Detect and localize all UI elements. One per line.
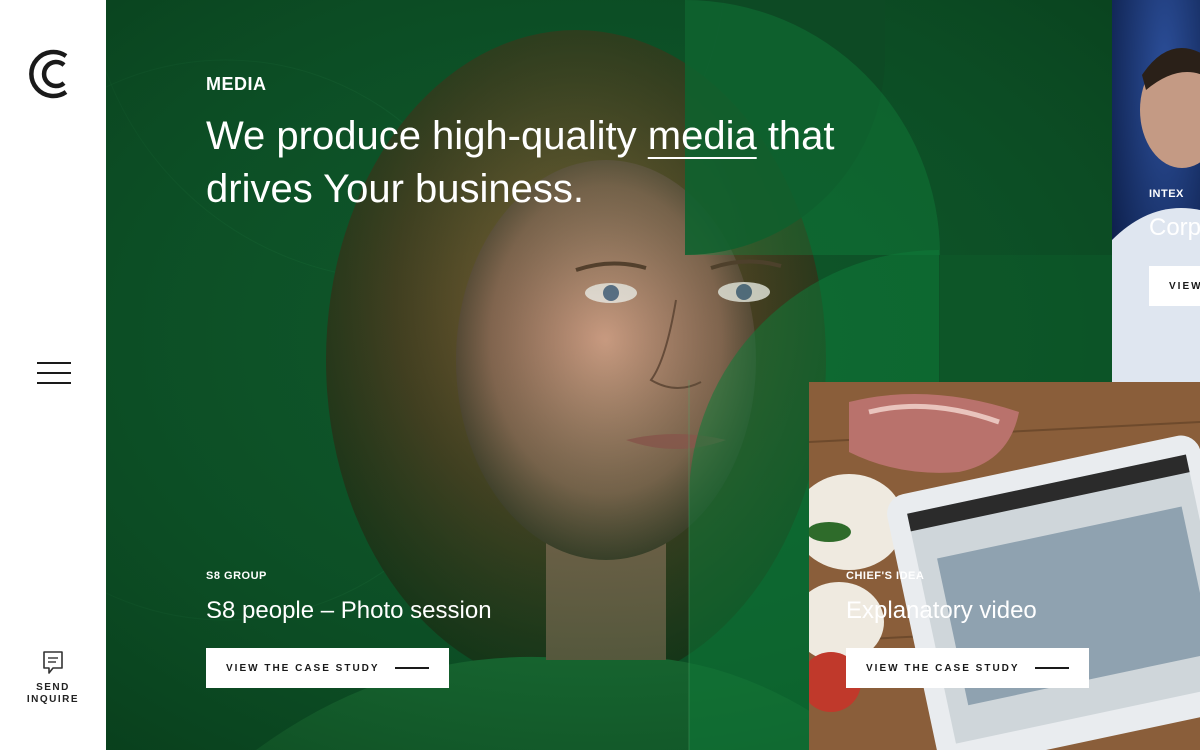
case-panel-intex[interactable]: INTEX Corp VIEW <box>1112 0 1200 382</box>
button-label: VIEW <box>1169 280 1200 292</box>
section-label: MEDIA <box>206 74 267 94</box>
hero-section: MEDIA We produce high-quality media that… <box>106 0 1200 750</box>
button-label: VIEW THE CASE STUDY <box>226 662 380 674</box>
case-title-s8: S8 people – Photo session <box>206 597 492 624</box>
sidebar: SEND INQUIRE <box>0 0 106 750</box>
case-panel-chiefs-idea[interactable]: CHIEF'S IDEA Explanatory video VIEW THE … <box>809 382 1200 750</box>
hamburger-menu-icon[interactable] <box>37 362 71 384</box>
headline-media-link[interactable]: media <box>648 114 757 158</box>
brand-logo[interactable] <box>26 46 76 102</box>
view-case-study-button-intex[interactable]: VIEW <box>1149 266 1200 306</box>
chat-icon <box>43 651 63 674</box>
hero-headline: We produce high-quality media that drive… <box>206 110 906 216</box>
button-label: VIEW THE CASE STUDY <box>866 662 1020 674</box>
send-inquire-line1: SEND <box>36 682 70 693</box>
send-inquire-button[interactable]: SEND INQUIRE <box>18 650 88 706</box>
case-title-intex: Corp <box>1149 214 1200 241</box>
chiefs-idea-photo <box>809 382 1200 750</box>
case-client-s8-group: S8 GROUP <box>206 570 267 582</box>
view-case-study-button-s8[interactable]: VIEW THE CASE STUDY <box>206 648 449 688</box>
case-client-chiefs-idea: CHIEF'S IDEA <box>846 570 925 582</box>
arrow-line-icon <box>1035 667 1069 669</box>
view-case-study-button-chiefs-idea[interactable]: VIEW THE CASE STUDY <box>846 648 1089 688</box>
case-client-intex: INTEX <box>1149 188 1184 200</box>
send-inquire-line2: INQUIRE <box>26 694 80 705</box>
case-title-chiefs-idea: Explanatory video <box>846 597 1037 624</box>
headline-text-start: We produce high-quality <box>206 114 648 158</box>
arrow-line-icon <box>395 667 429 669</box>
